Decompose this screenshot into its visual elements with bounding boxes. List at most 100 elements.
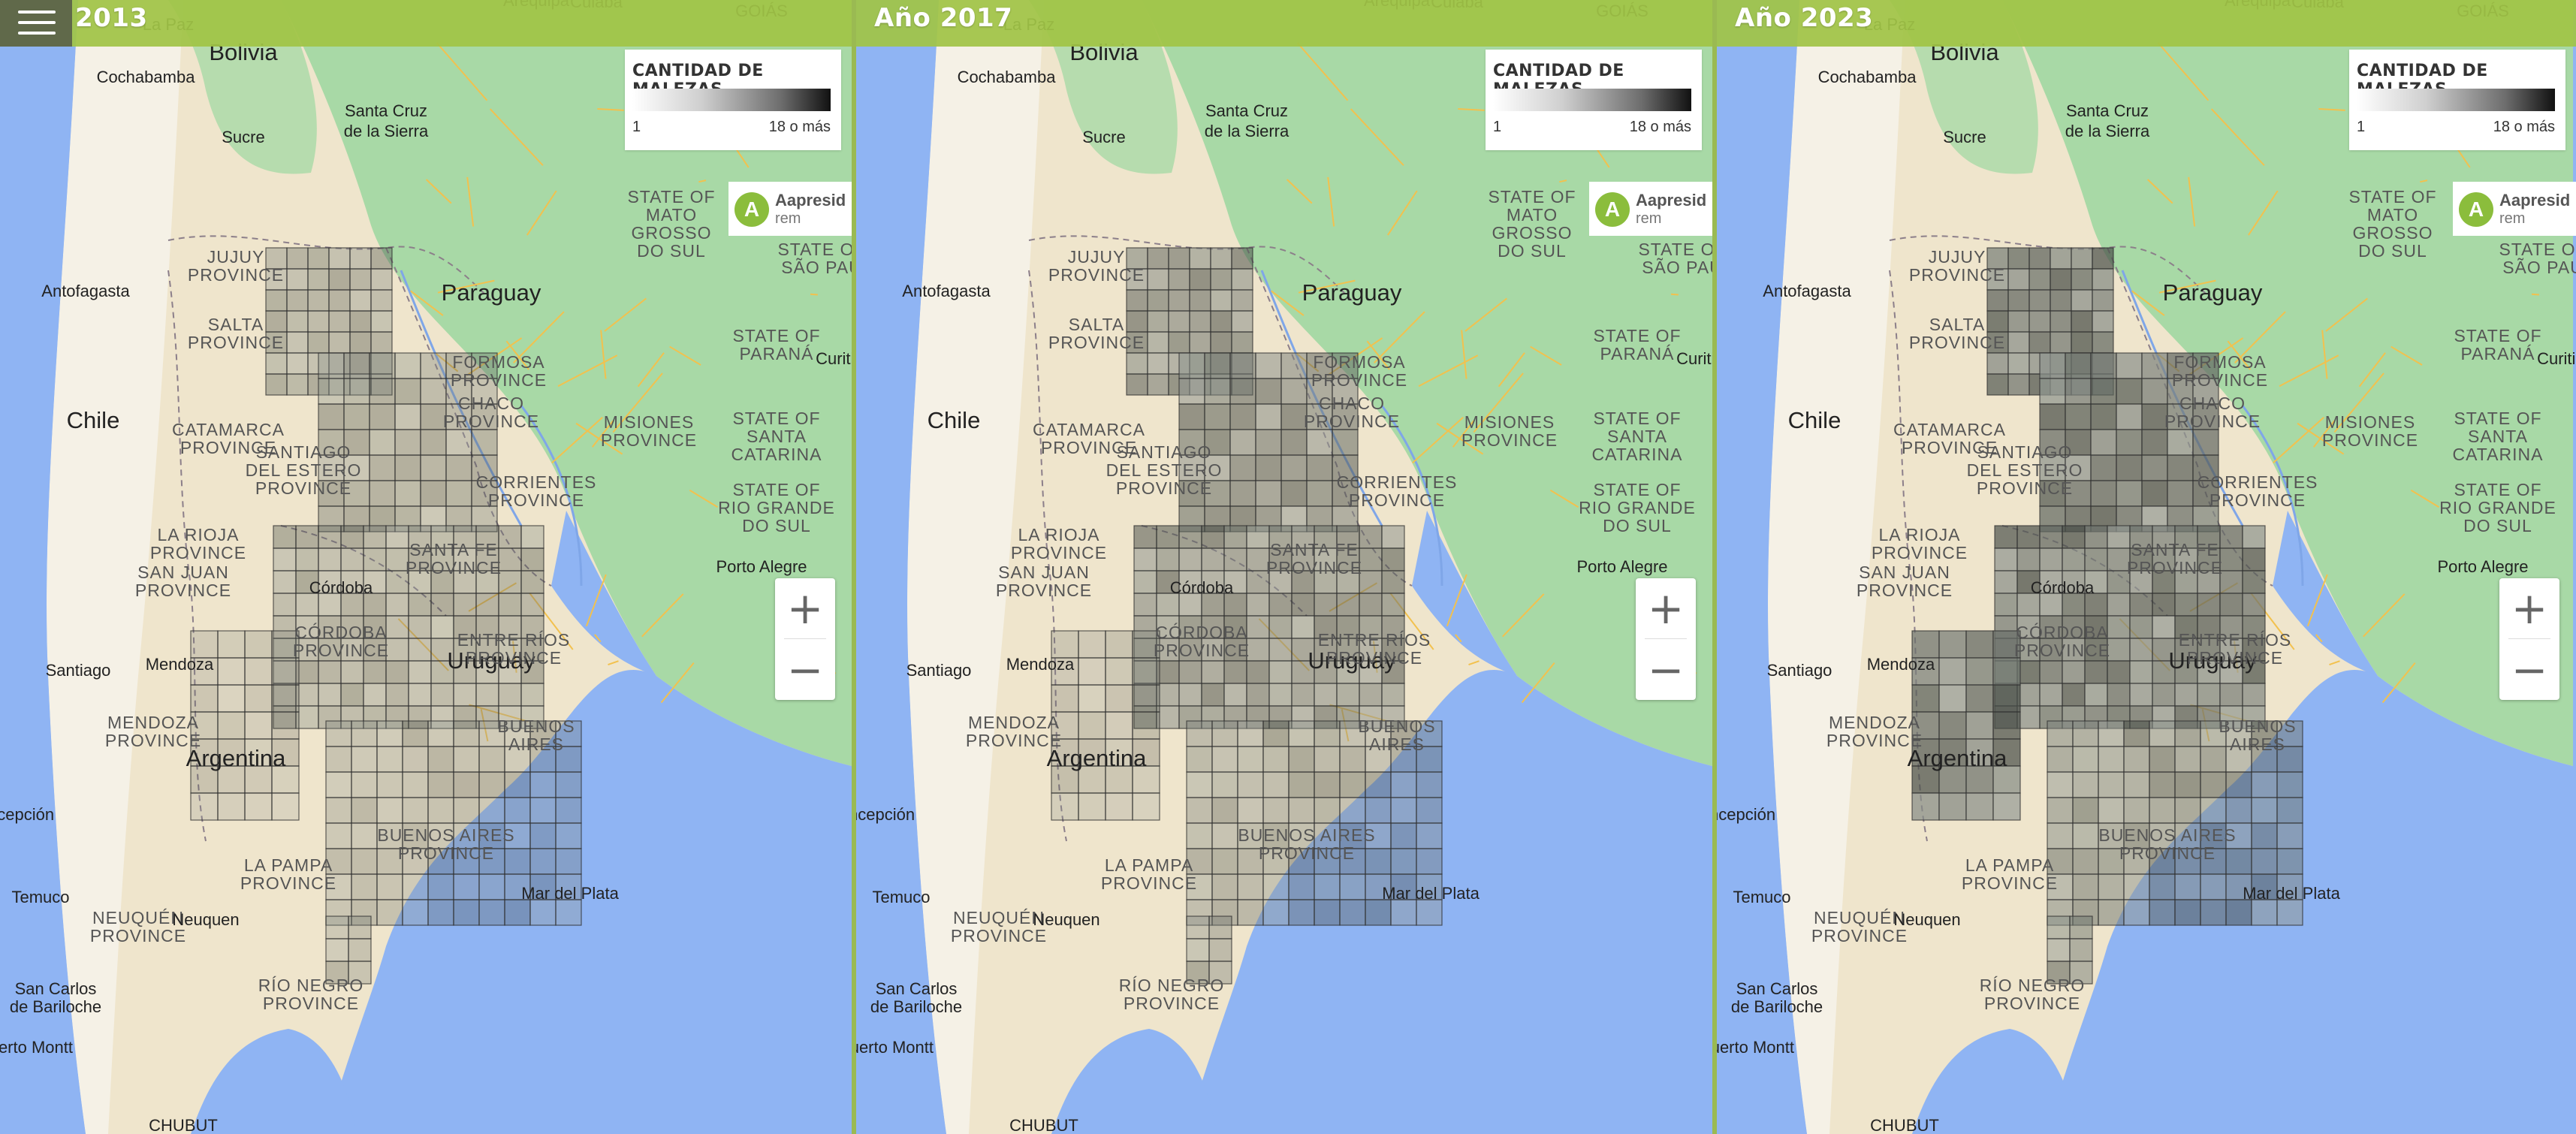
- department-polygon[interactable]: [2071, 247, 2093, 270]
- department-polygon[interactable]: [2007, 352, 2030, 375]
- department-polygon[interactable]: [1132, 711, 1160, 740]
- department-polygon[interactable]: [1147, 247, 1169, 270]
- department-polygon[interactable]: [1231, 268, 1253, 291]
- department-polygon[interactable]: [2152, 615, 2176, 639]
- department-polygon[interactable]: [498, 683, 522, 707]
- department-polygon[interactable]: [1231, 289, 1253, 312]
- department-polygon[interactable]: [307, 268, 330, 291]
- department-polygon[interactable]: [1365, 797, 1392, 824]
- department-polygon[interactable]: [318, 403, 345, 430]
- department-polygon[interactable]: [1204, 378, 1231, 405]
- department-polygon[interactable]: [2072, 746, 2099, 773]
- department-polygon[interactable]: [2219, 570, 2243, 594]
- department-polygon[interactable]: [271, 684, 300, 713]
- department-polygon[interactable]: [2129, 615, 2153, 639]
- department-polygon[interactable]: [2098, 746, 2125, 773]
- department-polygon[interactable]: [504, 899, 531, 926]
- department-polygon[interactable]: [555, 848, 582, 875]
- department-polygon[interactable]: [1189, 331, 1211, 354]
- department-polygon[interactable]: [427, 873, 454, 900]
- department-polygon[interactable]: [349, 268, 372, 291]
- department-polygon[interactable]: [385, 683, 409, 707]
- department-polygon[interactable]: [529, 848, 557, 875]
- department-polygon[interactable]: [2047, 771, 2074, 798]
- department-polygon[interactable]: [1178, 403, 1205, 430]
- department-polygon[interactable]: [2092, 331, 2114, 354]
- department-polygon[interactable]: [1186, 822, 1213, 849]
- department-polygon[interactable]: [2197, 683, 2221, 707]
- department-polygon[interactable]: [1186, 938, 1210, 962]
- department-polygon[interactable]: [1986, 352, 2009, 375]
- department-polygon[interactable]: [351, 797, 378, 824]
- department-polygon[interactable]: [2141, 403, 2168, 430]
- department-polygon[interactable]: [1231, 247, 1253, 270]
- department-polygon[interactable]: [2039, 660, 2063, 684]
- department-polygon[interactable]: [1147, 268, 1169, 291]
- department-polygon[interactable]: [2149, 720, 2176, 747]
- department-polygon[interactable]: [453, 899, 480, 926]
- department-polygon[interactable]: [370, 310, 393, 333]
- department-polygon[interactable]: [2098, 873, 2125, 900]
- department-polygon[interactable]: [1078, 684, 1106, 713]
- department-polygon[interactable]: [427, 720, 454, 747]
- department-polygon[interactable]: [2152, 593, 2176, 617]
- department-polygon[interactable]: [1231, 310, 1253, 333]
- department-polygon[interactable]: [1189, 247, 1211, 270]
- map-canvas[interactable]: BoliviaParaguayChileUruguayArgentinaJUJU…: [0, 0, 852, 1134]
- department-polygon[interactable]: [2047, 720, 2074, 747]
- department-polygon[interactable]: [2029, 289, 2051, 312]
- department-polygon[interactable]: [1186, 771, 1213, 798]
- department-polygon[interactable]: [2174, 720, 2201, 747]
- department-polygon[interactable]: [1938, 657, 1967, 686]
- department-polygon[interactable]: [1229, 352, 1256, 379]
- department-polygon[interactable]: [1210, 289, 1232, 312]
- department-polygon[interactable]: [478, 873, 505, 900]
- department-polygon[interactable]: [1359, 593, 1383, 617]
- department-polygon[interactable]: [408, 593, 432, 617]
- department-polygon[interactable]: [2219, 525, 2243, 549]
- department-polygon[interactable]: [271, 711, 300, 740]
- department-polygon[interactable]: [1231, 331, 1253, 354]
- department-polygon[interactable]: [2152, 683, 2176, 707]
- department-polygon[interactable]: [1280, 352, 1308, 379]
- department-polygon[interactable]: [471, 429, 498, 456]
- zoom-in-button[interactable]: +: [2499, 578, 2559, 638]
- department-polygon[interactable]: [369, 403, 396, 430]
- department-polygon[interactable]: [2007, 289, 2030, 312]
- department-polygon[interactable]: [1126, 352, 1148, 375]
- department-polygon[interactable]: [370, 268, 393, 291]
- department-polygon[interactable]: [1168, 331, 1190, 354]
- department-polygon[interactable]: [343, 403, 370, 430]
- department-polygon[interactable]: [1237, 873, 1264, 900]
- department-polygon[interactable]: [1314, 720, 1341, 747]
- department-polygon[interactable]: [2129, 638, 2153, 662]
- department-polygon[interactable]: [1994, 570, 2018, 594]
- department-polygon[interactable]: [1255, 352, 1282, 379]
- department-polygon[interactable]: [271, 657, 300, 686]
- department-polygon[interactable]: [2090, 454, 2117, 481]
- department-polygon[interactable]: [351, 720, 378, 747]
- department-polygon[interactable]: [190, 792, 219, 821]
- department-polygon[interactable]: [1381, 683, 1405, 707]
- department-polygon[interactable]: [453, 771, 480, 798]
- department-polygon[interactable]: [1147, 352, 1169, 375]
- department-polygon[interactable]: [420, 480, 447, 507]
- department-polygon[interactable]: [2174, 873, 2201, 900]
- department-polygon[interactable]: [2174, 683, 2198, 707]
- department-polygon[interactable]: [2098, 797, 2125, 824]
- department-polygon[interactable]: [504, 771, 531, 798]
- department-polygon[interactable]: [1268, 660, 1293, 684]
- department-polygon[interactable]: [2141, 480, 2168, 507]
- department-polygon[interactable]: [1189, 268, 1211, 291]
- department-polygon[interactable]: [1390, 797, 1417, 824]
- department-polygon[interactable]: [2107, 525, 2131, 549]
- department-polygon[interactable]: [1132, 657, 1160, 686]
- department-polygon[interactable]: [325, 938, 349, 962]
- department-polygon[interactable]: [420, 429, 447, 456]
- department-polygon[interactable]: [2174, 771, 2201, 798]
- department-polygon[interactable]: [1994, 547, 2018, 572]
- department-polygon[interactable]: [1229, 378, 1256, 405]
- department-polygon[interactable]: [2276, 899, 2303, 926]
- department-polygon[interactable]: [328, 310, 351, 333]
- department-polygon[interactable]: [1262, 746, 1290, 773]
